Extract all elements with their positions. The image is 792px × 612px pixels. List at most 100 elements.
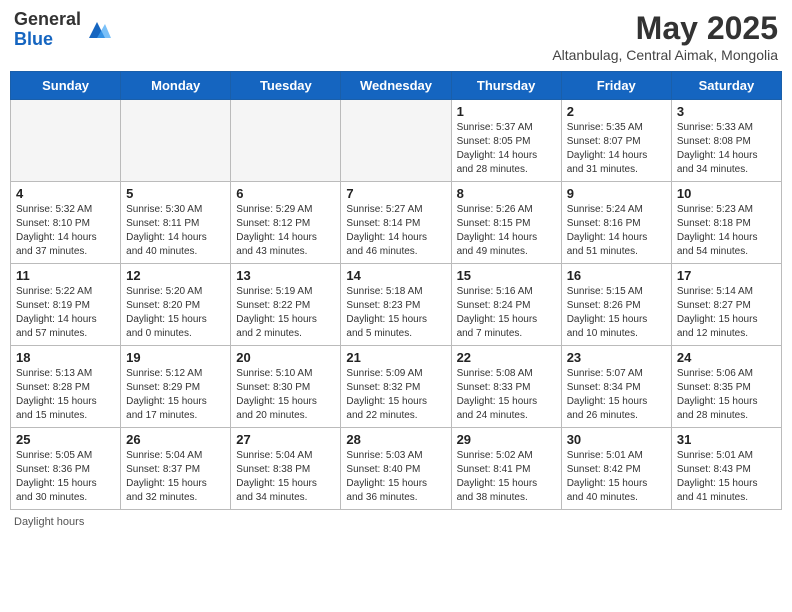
calendar-day-cell xyxy=(11,100,121,182)
day-info: Sunrise: 5:20 AM Sunset: 8:20 PM Dayligh… xyxy=(126,285,225,341)
day-number: 21 xyxy=(346,350,445,365)
day-info: Sunrise: 5:26 AM Sunset: 8:15 PM Dayligh… xyxy=(457,203,556,259)
day-number: 17 xyxy=(677,268,776,283)
day-number: 11 xyxy=(16,268,115,283)
calendar-week-row: 11 Sunrise: 5:22 AM Sunset: 8:19 PM Dayli… xyxy=(11,264,782,346)
title-block: May 2025 Altanbulag, Central Aimak, Mong… xyxy=(552,10,778,63)
day-number: 26 xyxy=(126,432,225,447)
day-number: 22 xyxy=(457,350,556,365)
day-number: 1 xyxy=(457,104,556,119)
calendar-day-cell: 1 Sunrise: 5:37 AM Sunset: 8:05 PM Daylig… xyxy=(451,100,561,182)
day-number: 18 xyxy=(16,350,115,365)
calendar-day-cell: 4Sunrise: 5:32 AM Sunset: 8:10 PM Daylig… xyxy=(11,182,121,264)
calendar-day-cell: 2Sunrise: 5:35 AM Sunset: 8:07 PM Daylig… xyxy=(561,100,671,182)
day-info: Sunrise: 5:12 AM Sunset: 8:29 PM Dayligh… xyxy=(126,367,225,423)
footer-note: Daylight hours xyxy=(10,516,782,528)
day-number: 4 xyxy=(16,186,115,201)
calendar-day-cell: 31 Sunrise: 5:01 AM Sunset: 8:43 PM Dayli… xyxy=(671,428,781,510)
calendar-day-cell xyxy=(121,100,231,182)
calendar-day-cell: 17 Sunrise: 5:14 AM Sunset: 8:27 PM Dayli… xyxy=(671,264,781,346)
day-number: 19 xyxy=(126,350,225,365)
month-year: May 2025 xyxy=(552,10,778,47)
day-info: Sunrise: 5:06 AM Sunset: 8:35 PM Dayligh… xyxy=(677,367,776,423)
day-info: Sunrise: 5:01 AM Sunset: 8:43 PM Dayligh… xyxy=(677,449,776,505)
day-of-week-header: Friday xyxy=(561,72,671,100)
day-info: Sunrise: 5:03 AM Sunset: 8:40 PM Dayligh… xyxy=(346,449,445,505)
calendar-day-cell: 8 Sunrise: 5:26 AM Sunset: 8:15 PM Daylig… xyxy=(451,182,561,264)
day-number: 29 xyxy=(457,432,556,447)
calendar-day-cell: 27 Sunrise: 5:04 AM Sunset: 8:38 PM Dayli… xyxy=(231,428,341,510)
calendar-day-cell: 28 Sunrise: 5:03 AM Sunset: 8:40 PM Dayli… xyxy=(341,428,451,510)
day-number: 8 xyxy=(457,186,556,201)
calendar-day-cell: 10 Sunrise: 5:23 AM Sunset: 8:18 PM Dayli… xyxy=(671,182,781,264)
day-of-week-header: Tuesday xyxy=(231,72,341,100)
day-number: 12 xyxy=(126,268,225,283)
calendar-day-cell: 19 Sunrise: 5:12 AM Sunset: 8:29 PM Dayli… xyxy=(121,346,231,428)
day-info: Sunrise: 5:35 AM Sunset: 8:07 PM Dayligh… xyxy=(567,121,666,177)
day-info: Sunrise: 5:01 AM Sunset: 8:42 PM Dayligh… xyxy=(567,449,666,505)
calendar-day-cell: 24 Sunrise: 5:06 AM Sunset: 8:35 PM Dayli… xyxy=(671,346,781,428)
day-info: Sunrise: 5:05 AM Sunset: 8:36 PM Dayligh… xyxy=(16,449,115,505)
day-info: Sunrise: 5:08 AM Sunset: 8:33 PM Dayligh… xyxy=(457,367,556,423)
day-info: Sunrise: 5:29 AM Sunset: 8:12 PM Dayligh… xyxy=(236,203,335,259)
calendar-day-cell: 21 Sunrise: 5:09 AM Sunset: 8:32 PM Dayli… xyxy=(341,346,451,428)
day-info: Sunrise: 5:04 AM Sunset: 8:37 PM Dayligh… xyxy=(126,449,225,505)
day-info: Sunrise: 5:16 AM Sunset: 8:24 PM Dayligh… xyxy=(457,285,556,341)
calendar-day-cell: 12 Sunrise: 5:20 AM Sunset: 8:20 PM Dayli… xyxy=(121,264,231,346)
day-of-week-header: Monday xyxy=(121,72,231,100)
logo-general-text: General xyxy=(14,9,81,29)
day-number: 14 xyxy=(346,268,445,283)
calendar-week-row: 1 Sunrise: 5:37 AM Sunset: 8:05 PM Daylig… xyxy=(11,100,782,182)
day-number: 7 xyxy=(346,186,445,201)
day-info: Sunrise: 5:24 AM Sunset: 8:16 PM Dayligh… xyxy=(567,203,666,259)
calendar-day-cell: 7 Sunrise: 5:27 AM Sunset: 8:14 PM Daylig… xyxy=(341,182,451,264)
calendar-week-row: 25 Sunrise: 5:05 AM Sunset: 8:36 PM Dayli… xyxy=(11,428,782,510)
day-number: 24 xyxy=(677,350,776,365)
calendar-day-cell xyxy=(341,100,451,182)
days-header-row: SundayMondayTuesdayWednesdayThursdayFrid… xyxy=(11,72,782,100)
day-info: Sunrise: 5:10 AM Sunset: 8:30 PM Dayligh… xyxy=(236,367,335,423)
day-of-week-header: Saturday xyxy=(671,72,781,100)
day-number: 13 xyxy=(236,268,335,283)
day-of-week-header: Thursday xyxy=(451,72,561,100)
calendar-day-cell: 13 Sunrise: 5:19 AM Sunset: 8:22 PM Dayli… xyxy=(231,264,341,346)
day-info: Sunrise: 5:23 AM Sunset: 8:18 PM Dayligh… xyxy=(677,203,776,259)
calendar-week-row: 18 Sunrise: 5:13 AM Sunset: 8:28 PM Dayli… xyxy=(11,346,782,428)
calendar-day-cell: 20Sunrise: 5:10 AM Sunset: 8:30 PM Dayli… xyxy=(231,346,341,428)
day-number: 30 xyxy=(567,432,666,447)
day-info: Sunrise: 5:02 AM Sunset: 8:41 PM Dayligh… xyxy=(457,449,556,505)
day-number: 28 xyxy=(346,432,445,447)
logo-blue-text: Blue xyxy=(14,29,53,49)
day-info: Sunrise: 5:07 AM Sunset: 8:34 PM Dayligh… xyxy=(567,367,666,423)
daylight-hours-label: Daylight hours xyxy=(14,516,84,528)
day-number: 25 xyxy=(16,432,115,447)
location: Altanbulag, Central Aimak, Mongolia xyxy=(552,47,778,63)
calendar-day-cell: 6 Sunrise: 5:29 AM Sunset: 8:12 PM Daylig… xyxy=(231,182,341,264)
day-number: 10 xyxy=(677,186,776,201)
calendar-day-cell: 5Sunrise: 5:30 AM Sunset: 8:11 PM Daylig… xyxy=(121,182,231,264)
logo-icon xyxy=(83,16,111,44)
day-number: 3 xyxy=(677,104,776,119)
page-header: General Blue May 2025 Altanbulag, Centra… xyxy=(10,10,782,63)
day-info: Sunrise: 5:33 AM Sunset: 8:08 PM Dayligh… xyxy=(677,121,776,177)
day-info: Sunrise: 5:09 AM Sunset: 8:32 PM Dayligh… xyxy=(346,367,445,423)
day-info: Sunrise: 5:04 AM Sunset: 8:38 PM Dayligh… xyxy=(236,449,335,505)
day-info: Sunrise: 5:22 AM Sunset: 8:19 PM Dayligh… xyxy=(16,285,115,341)
day-info: Sunrise: 5:27 AM Sunset: 8:14 PM Dayligh… xyxy=(346,203,445,259)
day-info: Sunrise: 5:30 AM Sunset: 8:11 PM Dayligh… xyxy=(126,203,225,259)
day-info: Sunrise: 5:14 AM Sunset: 8:27 PM Dayligh… xyxy=(677,285,776,341)
calendar-day-cell: 26 Sunrise: 5:04 AM Sunset: 8:37 PM Dayli… xyxy=(121,428,231,510)
calendar-day-cell: 3 Sunrise: 5:33 AM Sunset: 8:08 PM Daylig… xyxy=(671,100,781,182)
day-number: 27 xyxy=(236,432,335,447)
day-number: 31 xyxy=(677,432,776,447)
calendar-day-cell: 22 Sunrise: 5:08 AM Sunset: 8:33 PM Dayli… xyxy=(451,346,561,428)
calendar-day-cell: 18 Sunrise: 5:13 AM Sunset: 8:28 PM Dayli… xyxy=(11,346,121,428)
day-info: Sunrise: 5:37 AM Sunset: 8:05 PM Dayligh… xyxy=(457,121,556,177)
day-number: 15 xyxy=(457,268,556,283)
day-number: 6 xyxy=(236,186,335,201)
day-info: Sunrise: 5:13 AM Sunset: 8:28 PM Dayligh… xyxy=(16,367,115,423)
calendar-day-cell: 16Sunrise: 5:15 AM Sunset: 8:26 PM Dayli… xyxy=(561,264,671,346)
calendar-day-cell: 15 Sunrise: 5:16 AM Sunset: 8:24 PM Dayli… xyxy=(451,264,561,346)
day-info: Sunrise: 5:19 AM Sunset: 8:22 PM Dayligh… xyxy=(236,285,335,341)
calendar-day-cell: 30 Sunrise: 5:01 AM Sunset: 8:42 PM Dayli… xyxy=(561,428,671,510)
